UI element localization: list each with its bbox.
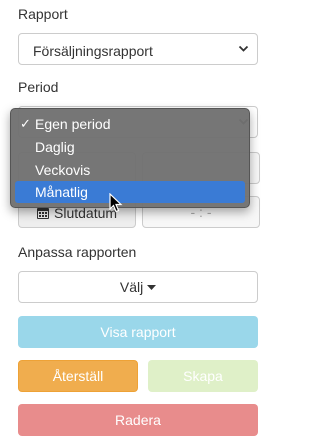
period-option-label: Egen period [35, 116, 111, 132]
period-option-monthly[interactable]: Månatlig [15, 181, 245, 203]
period-option-custom[interactable]: ✓ Egen period [15, 113, 245, 135]
period-dropdown-menu: ✓ Egen period Daglig Veckovis Månatlig [10, 108, 250, 208]
report-select-value: Försäljningsrapport [33, 43, 153, 59]
caret-down-icon [147, 279, 157, 295]
create-button[interactable]: Skapa [148, 360, 258, 392]
mouse-pointer-icon [109, 192, 123, 218]
period-label: Period [18, 79, 59, 95]
choose-button[interactable]: Välj [18, 271, 258, 303]
checkmark-icon: ✓ [20, 116, 31, 131]
chevron-down-icon [238, 43, 249, 57]
report-label: Rapport [18, 6, 68, 22]
customize-label: Anpassa rapporten [18, 244, 137, 260]
period-option-label: Daglig [35, 139, 75, 155]
period-option-weekly[interactable]: Veckovis [15, 159, 245, 181]
calendar-icon [36, 206, 50, 223]
choose-label: Välj [119, 279, 144, 295]
show-report-button[interactable]: Visa rapport [18, 316, 258, 348]
period-option-label: Månatlig [35, 184, 88, 200]
period-option-label: Veckovis [35, 162, 91, 178]
report-select[interactable]: Försäljningsrapport [18, 33, 258, 65]
delete-button[interactable]: Radera [18, 404, 258, 436]
period-option-daily[interactable]: Daglig [15, 136, 245, 158]
reset-button[interactable]: Återställ [18, 360, 138, 392]
